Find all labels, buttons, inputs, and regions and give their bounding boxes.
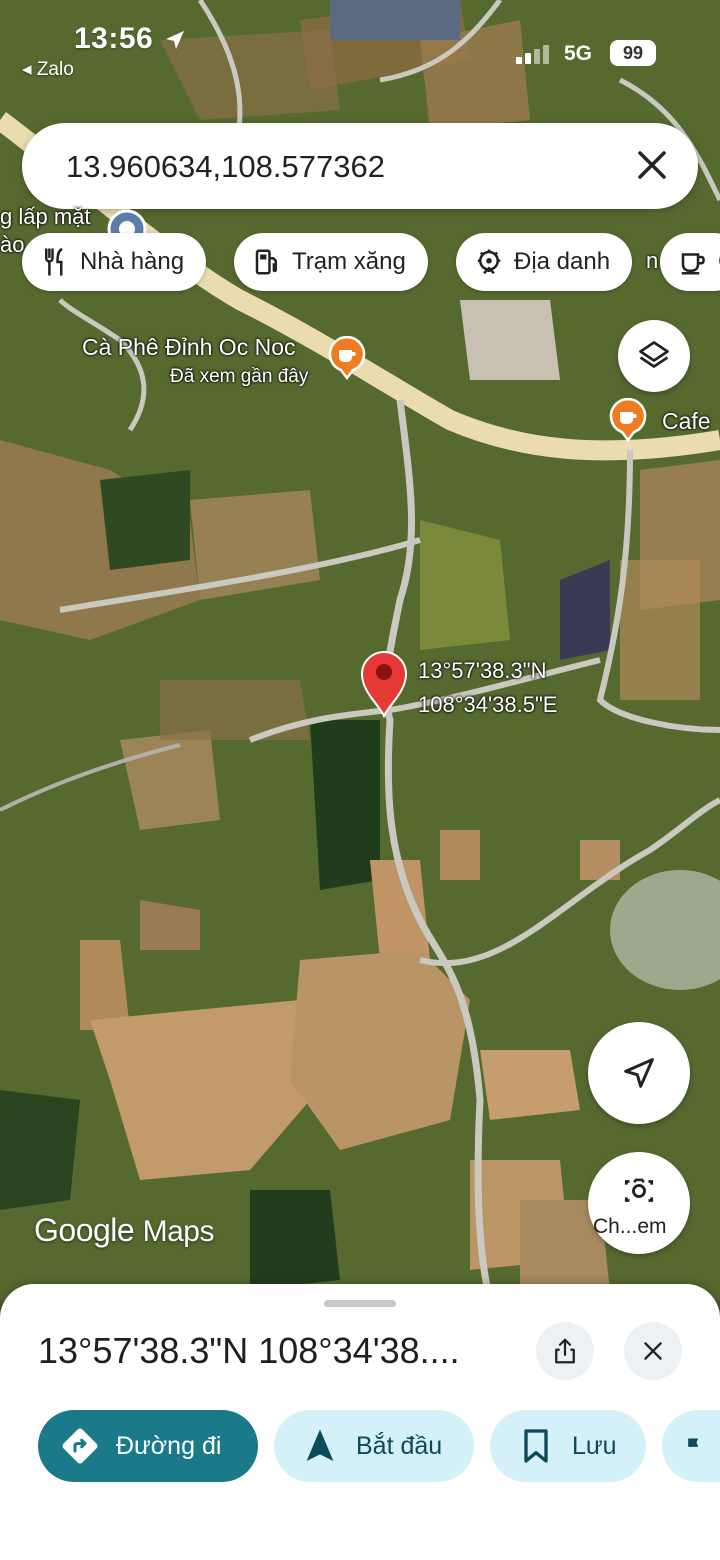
coffee-cup-icon xyxy=(681,253,705,275)
label-button[interactable] xyxy=(662,1410,720,1482)
poi-subtitle: Đã xem gần đây xyxy=(170,366,309,387)
map-label-partial: g lấp mặt xyxy=(0,204,91,229)
gas-station-icon xyxy=(255,249,277,275)
navigation-arrow-icon xyxy=(306,1429,334,1461)
map-label-partial: ào xyxy=(0,232,25,257)
save-label: Lưu xyxy=(572,1431,617,1460)
back-to-app-link[interactable]: ◂ Zalo xyxy=(22,58,74,81)
navigation-arrow-icon xyxy=(624,1058,654,1088)
place-bottom-sheet[interactable]: 13°57'38.3"N 108°34'38.... Đường đi Bắt … xyxy=(0,1284,720,1560)
landmark-icon xyxy=(477,249,501,275)
flag-icon xyxy=(688,1438,699,1454)
dropped-pin-icon[interactable] xyxy=(358,648,410,718)
search-bar[interactable]: 13.960634,108.577362 xyxy=(22,123,698,209)
save-button[interactable]: Lưu xyxy=(490,1410,646,1482)
chip-label: Địa danh xyxy=(514,248,611,275)
poi-name[interactable]: Cà Phê Đỉnh Oc Noc xyxy=(82,334,295,361)
maps-wordmark: Maps xyxy=(142,1215,215,1248)
signal-icon xyxy=(516,45,549,64)
close-icon xyxy=(644,1342,662,1360)
chip-coffee[interactable]: C xyxy=(660,233,720,291)
close-sheet-button[interactable] xyxy=(624,1322,682,1380)
place-title: 13°57'38.3"N 108°34'38.... xyxy=(38,1330,460,1371)
map-label-partial: n xyxy=(646,248,659,273)
network-type: 5G xyxy=(564,42,593,65)
google-wordmark: Google xyxy=(34,1212,135,1248)
chip-label: Nhà hàng xyxy=(80,248,185,275)
directions-label: Đường đi xyxy=(116,1431,222,1460)
directions-icon xyxy=(62,1428,98,1464)
start-button[interactable]: Bắt đầu xyxy=(274,1410,474,1482)
pin-latitude: 13°57'38.3"N xyxy=(418,658,547,683)
battery-indicator: 99 xyxy=(610,40,656,66)
my-location-button[interactable] xyxy=(588,1022,690,1124)
share-icon xyxy=(555,1338,575,1364)
location-arrow-icon xyxy=(166,31,184,49)
google-maps-logo: Google Maps xyxy=(34,1212,214,1249)
pin-longitude: 108°34'38.5"E xyxy=(418,692,558,717)
chip-restaurants[interactable]: Nhà hàng xyxy=(22,233,207,291)
bookmark-icon xyxy=(524,1429,548,1463)
search-input[interactable]: 13.960634,108.577362 xyxy=(66,149,385,185)
sheet-drag-handle[interactable] xyxy=(324,1300,396,1307)
chip-landmarks[interactable]: Địa danh xyxy=(456,233,633,291)
chip-gas-stations[interactable]: Trạm xăng xyxy=(234,233,428,291)
status-time: 13:56 xyxy=(74,22,154,55)
share-button[interactable] xyxy=(536,1322,594,1380)
fork-knife-icon xyxy=(45,248,63,276)
directions-button[interactable]: Đường đi xyxy=(38,1410,258,1482)
close-icon[interactable] xyxy=(632,145,672,185)
camera-view-label: Ch...em xyxy=(593,1215,667,1238)
coffee-poi-icon[interactable] xyxy=(327,336,367,380)
coffee-poi-icon[interactable] xyxy=(608,398,648,442)
camera-icon xyxy=(624,1178,654,1202)
start-label: Bắt đầu xyxy=(356,1431,443,1460)
layers-button[interactable] xyxy=(618,320,690,392)
chip-label: Trạm xăng xyxy=(292,248,406,275)
poi-name[interactable]: Cafe xyxy=(662,408,711,435)
layers-icon xyxy=(639,341,669,368)
